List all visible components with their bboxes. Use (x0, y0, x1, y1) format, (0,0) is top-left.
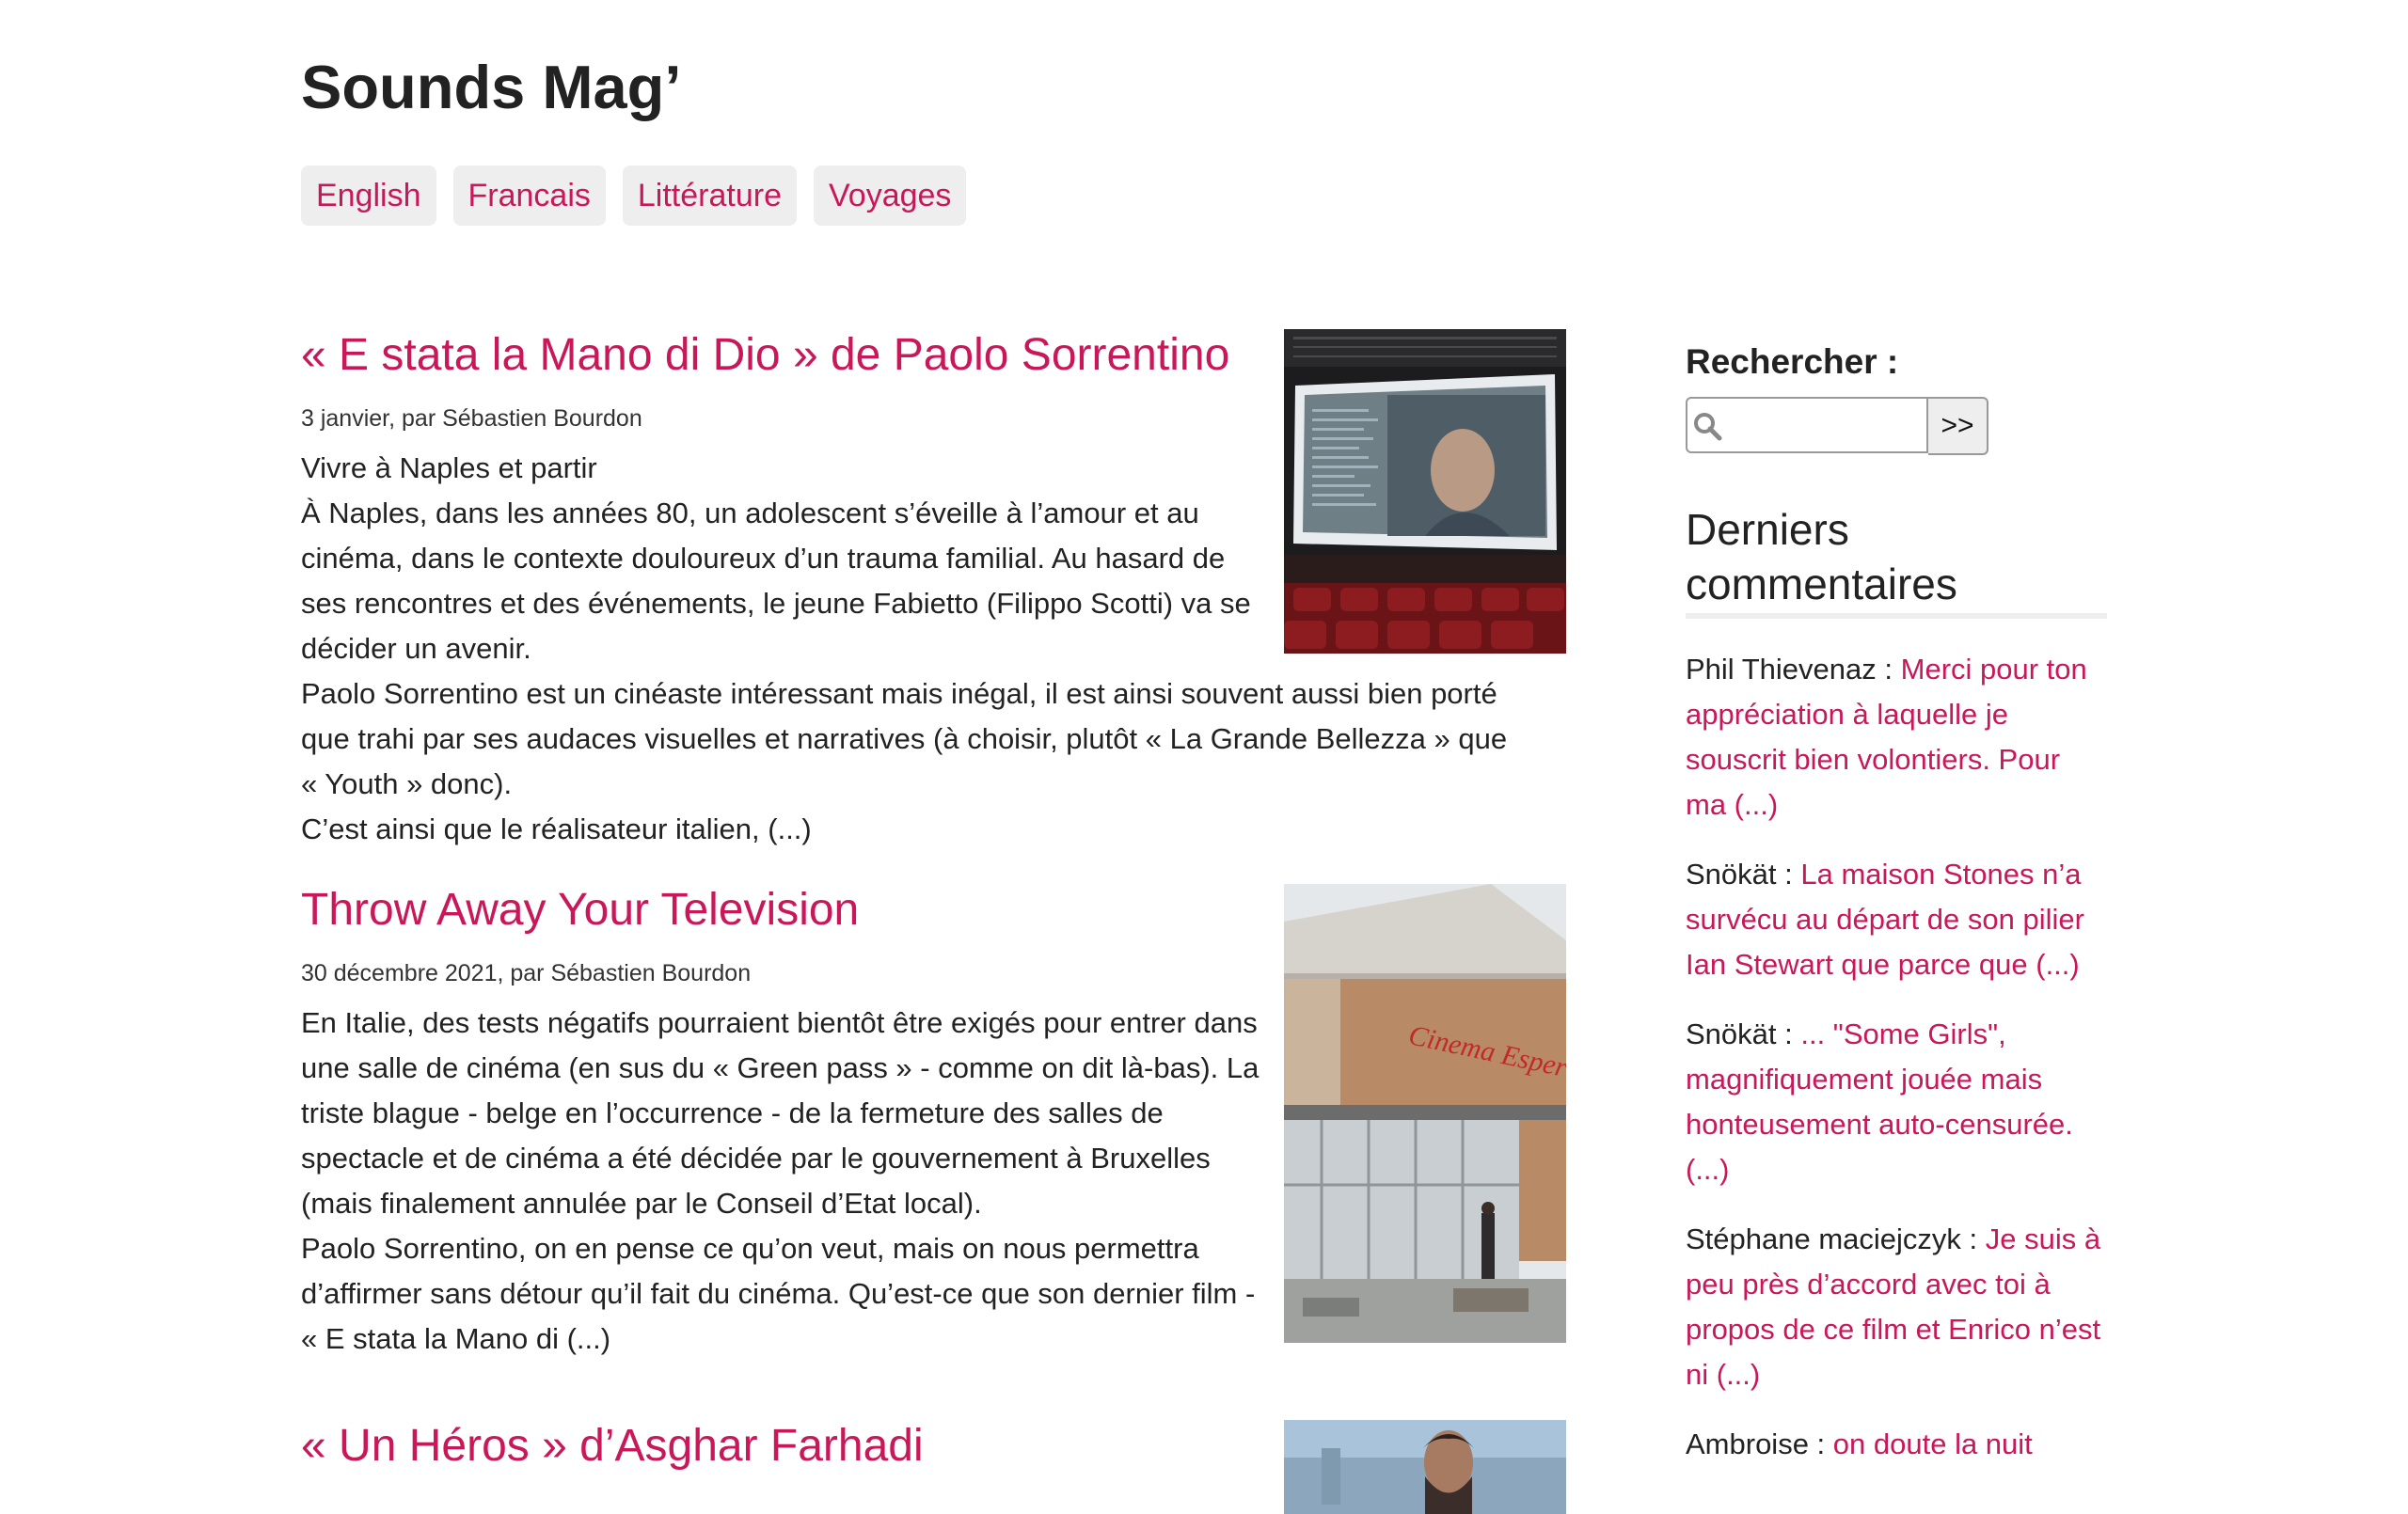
comment-item: Snökät : ... "Some Girls", magnifiquemen… (1686, 1012, 2107, 1192)
sidebar: Rechercher : >> Derniers commentaires Ph… (1686, 339, 2107, 1467)
search-submit-button[interactable]: >> (1928, 397, 1988, 455)
comment-author: Snökät : (1686, 1017, 1801, 1050)
comment-item: Ambroise : on doute la nuit (1686, 1422, 2107, 1467)
comment-author: Stéphane maciejczyk : (1686, 1222, 1986, 1255)
article-item: « E stata la Mano di Dio » de Paolo Sorr… (301, 329, 1566, 884)
comment-item: Snökät : La maison Stones n’a survécu au… (1686, 852, 2107, 987)
excerpt-line: À Naples, dans les années 80, un adolesc… (301, 497, 1251, 665)
recent-comments-list: Phil Thievenaz : Merci pour ton apprécia… (1686, 647, 2107, 1467)
excerpt-line: Paolo Sorrentino, on en pense ce qu’on v… (301, 1232, 1256, 1355)
comment-author: Phil Thievenaz : (1686, 653, 1901, 686)
comment-item: Stéphane maciejczyk : Je suis à peu près… (1686, 1217, 2107, 1397)
comment-item: Phil Thievenaz : Merci pour ton apprécia… (1686, 647, 2107, 828)
nav-item-voyages[interactable]: Voyages (813, 166, 967, 226)
nav-item-litterature[interactable]: Littérature (622, 166, 797, 226)
search-title: Rechercher : (1686, 342, 1899, 381)
recent-comments-title: Derniers commentaires (1686, 502, 2107, 619)
article-item: Cinema Esperia Throw Away Your Televisio… (301, 884, 1566, 1420)
article-thumbnail-cinema-screen[interactable] (1284, 329, 1566, 654)
search-form: >> (1686, 397, 2107, 455)
article-list: « E stata la Mano di Dio » de Paolo Sorr… (301, 329, 1566, 1514)
nav-item-english[interactable]: English (301, 166, 436, 226)
excerpt-line: C’est ainsi que le réalisateur italien, … (301, 812, 812, 845)
article-item: « Un Héros » d’Asghar Farhadi (301, 1420, 1566, 1514)
comment-author: Ambroise : (1686, 1427, 1833, 1460)
search-icon (1694, 413, 1722, 441)
excerpt-line: Paolo Sorrentino est un cinéaste intéres… (301, 677, 1508, 800)
search-input[interactable] (1686, 397, 1928, 453)
comment-author: Snökät : (1686, 858, 1801, 891)
article-thumbnail-cinema-building[interactable]: Cinema Esperia (1284, 884, 1566, 1343)
article-thumbnail-portrait[interactable] (1284, 1420, 1566, 1514)
excerpt-line: Vivre à Naples et partir (301, 451, 597, 484)
nav-item-francais[interactable]: Francais (452, 166, 606, 226)
category-nav: English Francais Littérature Voyages (301, 166, 967, 226)
comment-link[interactable]: on doute la nuit (1833, 1427, 2033, 1460)
excerpt-line: En Italie, des tests négatifs pourraient… (301, 1006, 1259, 1220)
site-title[interactable]: Sounds Mag’ (301, 51, 681, 124)
